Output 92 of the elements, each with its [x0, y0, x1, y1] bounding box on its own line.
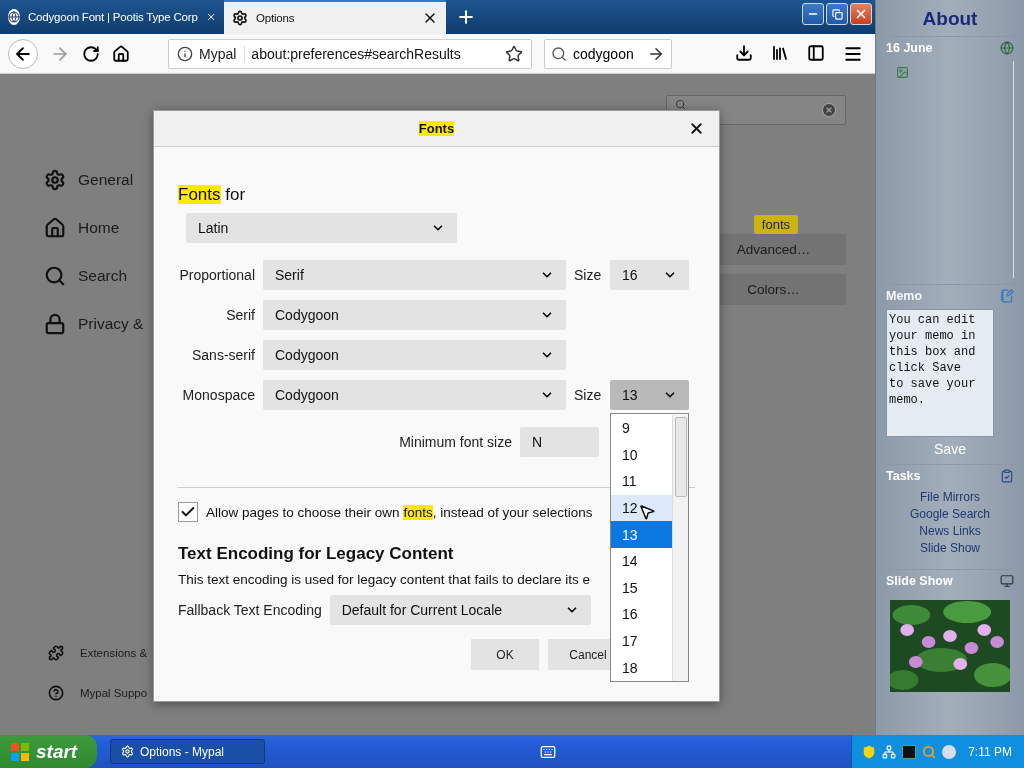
nav-label: Home: [78, 219, 120, 237]
encoding-select[interactable]: Default for Current Locale: [329, 595, 591, 625]
home-icon[interactable]: [112, 44, 130, 63]
network-icon[interactable]: [882, 744, 897, 759]
field-label: Minimum font size: [399, 434, 512, 450]
date-label: 16 June: [886, 41, 933, 55]
download-icon[interactable]: [735, 43, 753, 62]
cursor-icon: [638, 503, 656, 521]
nav-label: General: [78, 171, 134, 189]
lock-icon: [44, 313, 66, 335]
section-description: This text encoding is used for legacy content that fails to declare its e: [178, 572, 590, 587]
size-select[interactable]: 13: [610, 380, 689, 410]
restore-button[interactable]: [826, 3, 848, 25]
puzzle-icon: [48, 645, 64, 661]
taskbar-button[interactable]: Options - Mypal: [110, 739, 265, 764]
search-icon: [675, 99, 686, 110]
dialog-button[interactable]: OK: [471, 639, 539, 670]
clear-icon[interactable]: [821, 102, 837, 118]
panel-title: About: [876, 0, 1024, 37]
task-link[interactable]: Slide Show: [886, 540, 1014, 557]
globe-icon: [8, 9, 20, 25]
start-button[interactable]: start: [0, 735, 97, 768]
field-label: Serif: [226, 307, 255, 323]
nav-label: Privacy &: [78, 315, 144, 333]
language-select[interactable]: Latin: [186, 213, 457, 243]
size-label: Size: [574, 387, 602, 403]
section-title: Tasks: [886, 469, 921, 483]
clock: 7:11 PM: [968, 744, 1012, 759]
help-icon: [48, 685, 64, 701]
section-title: Slide Show: [886, 574, 953, 588]
image-icon: [896, 66, 909, 79]
close-icon: [854, 7, 868, 21]
nav-label: Extensions &: [80, 647, 148, 659]
field-label: Monospace: [182, 387, 255, 403]
gear-icon: [121, 745, 134, 758]
size-label: Size: [574, 267, 602, 283]
nav-label: Mypal Suppo: [80, 687, 148, 699]
search-tooltip: fonts: [753, 215, 798, 234]
keyboard-icon[interactable]: [540, 743, 557, 760]
settings-icon: [44, 169, 66, 191]
site-name: Mypal: [199, 45, 246, 62]
disc-icon[interactable]: [942, 744, 957, 759]
plus-icon: [456, 7, 476, 27]
section-title: Memo: [886, 289, 923, 303]
terminal-icon[interactable]: [902, 744, 917, 759]
close-icon: [688, 120, 705, 137]
nav-label: Search: [78, 267, 128, 285]
minimum-size-select[interactable]: N: [520, 427, 599, 457]
settings-icon: [232, 10, 248, 26]
star-icon[interactable]: [505, 44, 523, 63]
font-select[interactable]: Serif: [263, 260, 566, 290]
browser-tab[interactable]: Codygoon Font | Pootis Type Corp: [0, 0, 224, 34]
size-select[interactable]: 16: [610, 260, 689, 290]
checkbox-label: Allow pages to choose their own fonts, instead of your selections: [206, 504, 593, 520]
memo-field[interactable]: You can edit your memo in this box and click Save to save your memo.: [886, 309, 994, 437]
scrollbar[interactable]: [672, 415, 688, 681]
nav-item[interactable]: Extensions &: [44, 633, 200, 673]
browser-tab[interactable]: Options: [224, 0, 446, 34]
task-link[interactable]: Google Search: [886, 506, 1014, 523]
home-icon: [44, 217, 66, 239]
minimize-button[interactable]: [802, 3, 824, 25]
reload-icon[interactable]: [82, 44, 100, 63]
search-icon: [44, 265, 66, 287]
checkbox[interactable]: [178, 502, 198, 522]
font-select[interactable]: Codygoon: [263, 300, 566, 330]
dialog-title: Fonts: [418, 121, 455, 136]
windows-logo-icon: [10, 741, 30, 762]
field-label: Sans-serif: [191, 347, 255, 363]
field-label: Proportional: [179, 267, 255, 283]
info-icon: [177, 45, 193, 62]
sidebar-icon[interactable]: [807, 43, 825, 62]
search-icon: [551, 45, 567, 62]
back-button[interactable]: [8, 38, 38, 69]
address-bar[interactable]: Mypal about:preferences#searchResults: [168, 38, 532, 69]
restore-icon: [831, 8, 843, 20]
dropdown-option[interactable]: 13: [611, 521, 672, 548]
font-select[interactable]: Codygoon: [263, 380, 566, 410]
clipboard-icon[interactable]: [1000, 469, 1014, 483]
nav-item[interactable]: Mypal Suppo: [44, 673, 200, 713]
font-select[interactable]: Codygoon: [263, 340, 566, 370]
task-link[interactable]: File Mirrors: [886, 489, 1014, 506]
section-heading: Text Encoding for Legacy Content: [178, 544, 454, 564]
library-icon[interactable]: [771, 43, 789, 62]
search-field[interactable]: codygoon: [544, 38, 672, 69]
task-link[interactable]: News Links: [886, 523, 1014, 540]
close-button[interactable]: [688, 120, 705, 137]
close-icon[interactable]: [422, 10, 438, 26]
monitor-icon[interactable]: [1000, 574, 1014, 588]
nav-item[interactable]: Privacy &: [44, 300, 200, 348]
dialog-heading: Fonts for: [178, 185, 246, 205]
field-label: Fallback Text Encoding: [178, 602, 322, 618]
url-text: about:preferences#searchResults: [251, 45, 462, 62]
